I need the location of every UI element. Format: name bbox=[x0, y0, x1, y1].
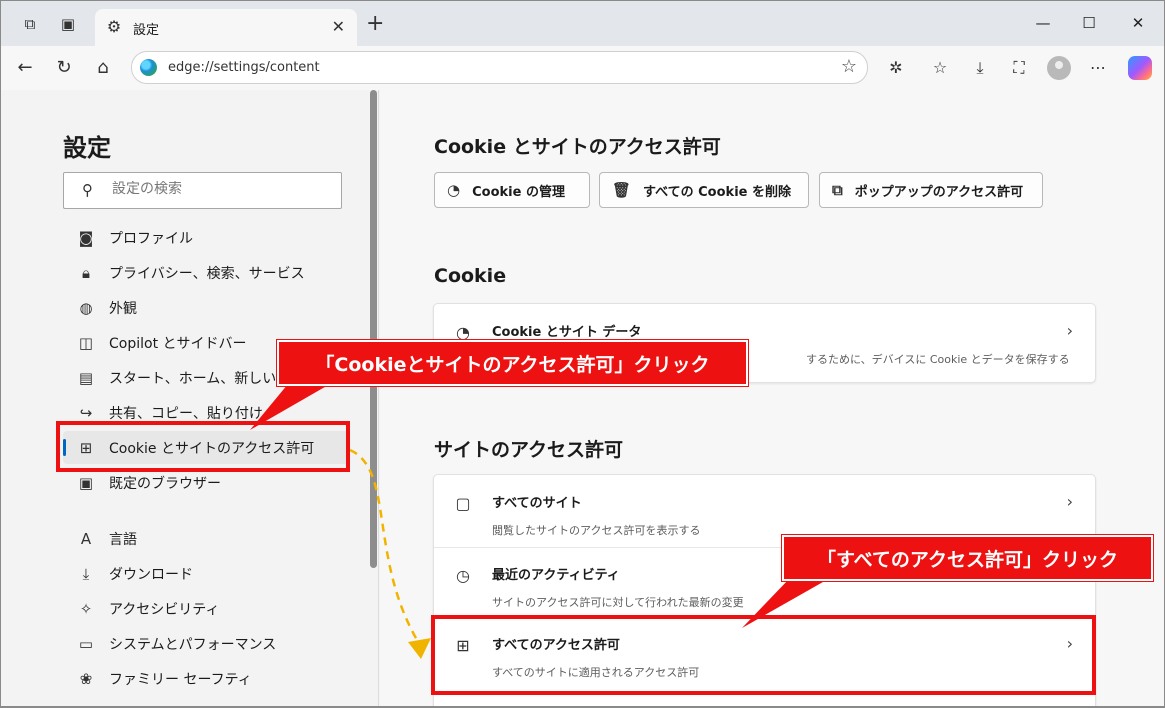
cookie-icon: ◔ bbox=[447, 181, 461, 199]
chevron-right-icon: › bbox=[1066, 492, 1073, 511]
sidebar-item-label: プライバシー、検索、サービス bbox=[109, 265, 305, 282]
sidebar-item-privacy[interactable]: 🔒︎ プライバシー、検索、サービス bbox=[63, 256, 348, 289]
family-icon: ❀ bbox=[79, 669, 93, 688]
gear-icon: ⚙ bbox=[106, 17, 122, 36]
row-description: サイトのアクセス許可に対して行われた最新の変更 bbox=[492, 596, 744, 609]
url-text: edge://settings/content bbox=[168, 60, 320, 75]
accessibility-icon: ✧ bbox=[79, 599, 93, 618]
downloads-icon[interactable]: ⤓ bbox=[969, 58, 991, 78]
screenshot-icon[interactable]: ⛶ bbox=[1008, 58, 1030, 78]
back-icon[interactable]: ← bbox=[13, 56, 37, 80]
workspaces-icon[interactable]: ⧉ bbox=[21, 15, 39, 33]
row-title: 最近のアクティビティ bbox=[492, 568, 620, 583]
profile-icon: ◙ bbox=[78, 228, 94, 247]
laptop-icon: ▭ bbox=[78, 634, 94, 653]
button-label: ポップアップのアクセス許可 bbox=[854, 184, 1024, 200]
home-tab-icon: ▤ bbox=[78, 368, 94, 387]
browser-window-icon: ▢ bbox=[455, 494, 471, 513]
popup-permissions-button[interactable]: ⧉ ポップアップのアクセス許可 bbox=[819, 172, 1043, 208]
minimize-button[interactable]: — bbox=[1033, 14, 1053, 32]
clock-icon: ◷ bbox=[456, 566, 470, 585]
button-label: Cookie の管理 bbox=[472, 184, 565, 200]
copilot-icon[interactable] bbox=[1128, 56, 1152, 80]
sidebar-item-label: 既定のブラウザー bbox=[109, 475, 221, 492]
row-title: すべてのサイト bbox=[492, 496, 582, 511]
highlight-all-permissions bbox=[431, 615, 1096, 695]
tab-title: 設定 bbox=[133, 23, 160, 38]
title-bar: ⧉ ▣ ⚙ 設定 ✕ + — ☐ ✕ bbox=[0, 0, 1165, 47]
sidebar-item-label: ファミリー セーフティ bbox=[109, 671, 252, 688]
sidebar-item-label: プロファイル bbox=[109, 230, 193, 247]
sidebar-item-label: Copilot とサイドバー bbox=[109, 335, 247, 352]
maximize-button[interactable]: ☐ bbox=[1079, 14, 1099, 32]
new-tab-button[interactable]: + bbox=[366, 12, 384, 36]
sidebar-title: 設定 bbox=[63, 134, 111, 162]
site-permissions-heading: サイトのアクセス許可 bbox=[434, 439, 624, 461]
callout-all-permissions: 「すべてのアクセス許可」クリック bbox=[782, 535, 1153, 581]
search-icon: ⚲ bbox=[82, 181, 93, 199]
close-window-button[interactable]: ✕ bbox=[1128, 14, 1148, 32]
favorite-star-icon[interactable]: ☆ bbox=[841, 56, 857, 77]
search-input[interactable] bbox=[112, 181, 322, 197]
settings-sidebar: 設定 ⚲ ◙ プロファイル 🔒︎ プライバシー、検索、サービス ◍ 外観 ◫ Copil… bbox=[1, 90, 379, 708]
sidebar-item-downloads[interactable]: ⤓ ダウンロード bbox=[63, 557, 348, 590]
sidebar-item-label: アクセシビリティ bbox=[109, 601, 220, 618]
extensions-icon[interactable]: ✲ bbox=[885, 58, 907, 77]
chevron-right-icon: › bbox=[1066, 321, 1073, 340]
edge-logo-icon bbox=[140, 59, 157, 76]
sidebar-item-system[interactable]: ▭ システムとパフォーマンス bbox=[63, 627, 348, 660]
avatar[interactable] bbox=[1047, 56, 1071, 80]
page-title: Cookie とサイトのアクセス許可 bbox=[434, 136, 721, 158]
refresh-icon[interactable]: ↻ bbox=[52, 56, 76, 80]
sidebar-item-accessibility[interactable]: ✧ アクセシビリティ bbox=[63, 592, 348, 625]
sidebar-item-label: 共有、コピー、貼り付け bbox=[109, 405, 263, 422]
manage-cookies-button[interactable]: ◔ Cookie の管理 bbox=[434, 172, 590, 208]
more-menu-icon[interactable]: ⋯ bbox=[1087, 58, 1109, 77]
row-description: するために、デバイスに Cookie とデータを保存する bbox=[806, 353, 1070, 366]
sidebar-item-label: ダウンロード bbox=[109, 566, 193, 583]
button-label: すべての Cookie を削除 bbox=[643, 184, 791, 200]
sidebar-item-profile[interactable]: ◙ プロファイル bbox=[63, 221, 348, 254]
trash-icon: 🗑︎ bbox=[612, 181, 632, 199]
default-browser-icon: ▣ bbox=[78, 473, 94, 492]
highlight-cookie-nav bbox=[56, 421, 350, 472]
sidebar-item-appearance[interactable]: ◍ 外観 bbox=[63, 291, 348, 324]
popup-icon: ⧉ bbox=[832, 181, 843, 199]
callout-cookie-nav: 「Cookieとサイトのアクセス許可」クリック bbox=[277, 340, 748, 386]
delete-all-cookies-button[interactable]: 🗑︎ すべての Cookie を削除 bbox=[599, 172, 809, 208]
vertical-tabs-icon[interactable]: ▣ bbox=[59, 15, 77, 33]
download-icon: ⤓ bbox=[82, 564, 90, 583]
palette-icon: ◍ bbox=[79, 298, 93, 317]
language-icon: A bbox=[80, 529, 92, 548]
sidebar-scrollbar[interactable] bbox=[370, 90, 377, 568]
share-icon: ↪ bbox=[79, 403, 93, 422]
sidebar-item-family[interactable]: ❀ ファミリー セーフティ bbox=[63, 662, 348, 695]
address-toolbar: ← ↻ ⌂ edge://settings/content ☆ ✲ ☆ ⤓ ⛶ … bbox=[0, 46, 1165, 90]
cookie-section-heading: Cookie bbox=[434, 265, 507, 287]
settings-search[interactable]: ⚲ bbox=[63, 172, 342, 209]
sidebar-item-label: 言語 bbox=[109, 531, 137, 548]
row-description: 閲覧したサイトのアクセス許可を表示する bbox=[492, 524, 701, 537]
sidebar-item-label: システムとパフォーマンス bbox=[109, 636, 277, 653]
lock-icon: 🔒︎ bbox=[82, 263, 90, 282]
sidebar-icon: ◫ bbox=[78, 333, 94, 352]
home-icon[interactable]: ⌂ bbox=[91, 56, 115, 80]
address-bar[interactable]: edge://settings/content ☆ bbox=[131, 51, 868, 84]
close-tab-button[interactable]: ✕ bbox=[332, 17, 345, 36]
row-title: Cookie とサイト データ bbox=[492, 325, 642, 340]
tab-settings[interactable]: ⚙ 設定 ✕ bbox=[95, 9, 357, 47]
sidebar-item-language[interactable]: A 言語 bbox=[63, 522, 348, 555]
favorites-icon[interactable]: ☆ bbox=[929, 58, 951, 77]
sidebar-item-label: スタート、ホーム、新しいタブ bbox=[109, 370, 305, 387]
sidebar-item-label: 外観 bbox=[109, 300, 137, 317]
